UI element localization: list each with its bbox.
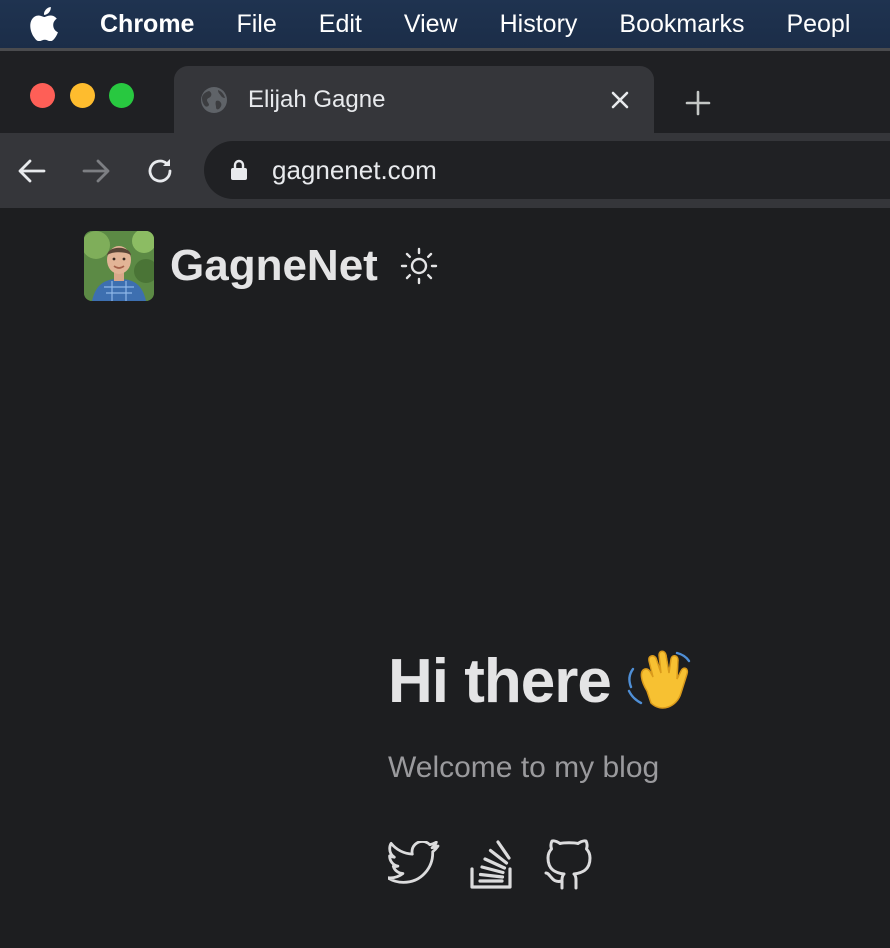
site-title[interactable]: GagneNet (170, 241, 378, 291)
hero-section: Hi there Welcome to my blog (388, 646, 868, 891)
stackoverflow-icon[interactable] (468, 837, 516, 891)
minimize-window-button[interactable] (70, 83, 95, 108)
reload-icon[interactable] (144, 155, 176, 187)
new-tab-icon[interactable] (682, 87, 714, 119)
site-header: GagneNet (84, 231, 438, 301)
social-links (388, 837, 868, 891)
close-window-button[interactable] (30, 83, 55, 108)
tab-title: Elijah Gagne (248, 85, 386, 113)
menu-history[interactable]: History (500, 10, 578, 39)
menu-people[interactable]: Peopl (786, 10, 850, 39)
hero-heading-row: Hi there (388, 646, 868, 717)
avatar[interactable] (84, 231, 154, 301)
url-text[interactable]: gagnenet.com (272, 155, 437, 186)
apple-logo-icon[interactable] (30, 7, 58, 41)
menu-edit[interactable]: Edit (319, 10, 362, 39)
close-tab-icon[interactable] (606, 86, 634, 114)
twitter-icon[interactable] (388, 841, 440, 887)
address-bar[interactable]: gagnenet.com (204, 141, 890, 199)
browser-toolbar: gagnenet.com (0, 133, 890, 208)
fullscreen-window-button[interactable] (109, 83, 134, 108)
macos-menu-bar: Chrome File Edit View History Bookmarks … (0, 0, 890, 48)
hero-subheading: Welcome to my blog (388, 751, 660, 784)
waving-hand-emoji (625, 647, 697, 717)
browser-window: Elijah Gagne gagnenet.com GagneNet Hi th… (0, 48, 890, 948)
menu-chrome[interactable]: Chrome (100, 10, 194, 39)
forward-arrow-icon[interactable] (80, 155, 112, 187)
tab-active[interactable]: Elijah Gagne (174, 66, 654, 133)
tab-strip: Elijah Gagne (0, 51, 890, 133)
hero-heading: Hi there (388, 647, 612, 716)
menu-bookmarks[interactable]: Bookmarks (619, 10, 744, 39)
web-page: GagneNet Hi there Welcome to my blog (0, 208, 890, 948)
github-icon[interactable] (544, 838, 594, 890)
back-arrow-icon[interactable] (16, 155, 48, 187)
menu-file[interactable]: File (236, 10, 276, 39)
lock-icon[interactable] (230, 158, 250, 182)
globe-icon (200, 86, 228, 114)
menu-view[interactable]: View (404, 10, 458, 39)
sun-icon[interactable] (400, 247, 438, 285)
